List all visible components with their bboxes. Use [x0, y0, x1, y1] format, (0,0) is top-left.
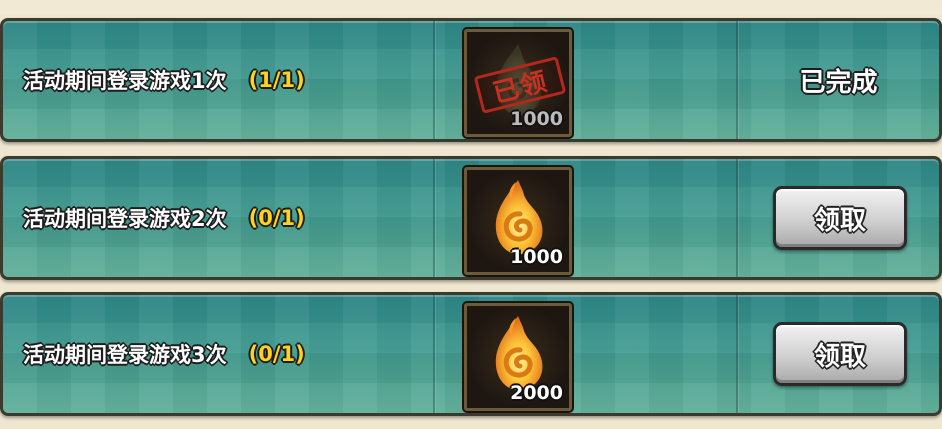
task-description: 活动期间登录游戏2次 (0/1)	[23, 159, 305, 277]
claim-button[interactable]: 领取	[773, 186, 907, 250]
row-divider	[736, 159, 738, 277]
task-description: 活动期间登录游戏1次 (1/1)	[23, 21, 305, 139]
task-label: 活动期间登录游戏1次	[23, 69, 227, 93]
reward-slot[interactable]: 已领 1000	[462, 27, 574, 139]
top-strip	[0, 0, 942, 14]
claim-button[interactable]: 领取	[773, 322, 907, 386]
task-row-2: 活动期间登录游戏2次 (0/1) 1000 领取	[0, 156, 942, 280]
row-divider	[736, 295, 738, 413]
row-divider	[433, 21, 435, 139]
reward-slot[interactable]: 1000	[462, 165, 574, 277]
reward-slot[interactable]: 2000	[462, 301, 574, 413]
completed-status: 已完成	[799, 67, 878, 98]
task-description: 活动期间登录游戏3次 (0/1)	[23, 295, 305, 413]
task-progress: (1/1)	[248, 68, 305, 92]
reward-amount: 1000	[510, 246, 563, 268]
reward-amount: 1000	[510, 108, 563, 130]
row-divider	[433, 159, 435, 277]
reward-amount: 2000	[510, 382, 563, 404]
task-progress: (0/1)	[248, 206, 305, 230]
task-row-3: 活动期间登录游戏3次 (0/1) 2000 领取	[0, 292, 942, 416]
task-label: 活动期间登录游戏3次	[23, 343, 227, 367]
task-label: 活动期间登录游戏2次	[23, 207, 227, 231]
task-progress: (0/1)	[248, 342, 305, 366]
row-divider	[433, 295, 435, 413]
task-row-1: 活动期间登录游戏1次 (1/1) 已领 1000 已完成	[0, 18, 942, 142]
